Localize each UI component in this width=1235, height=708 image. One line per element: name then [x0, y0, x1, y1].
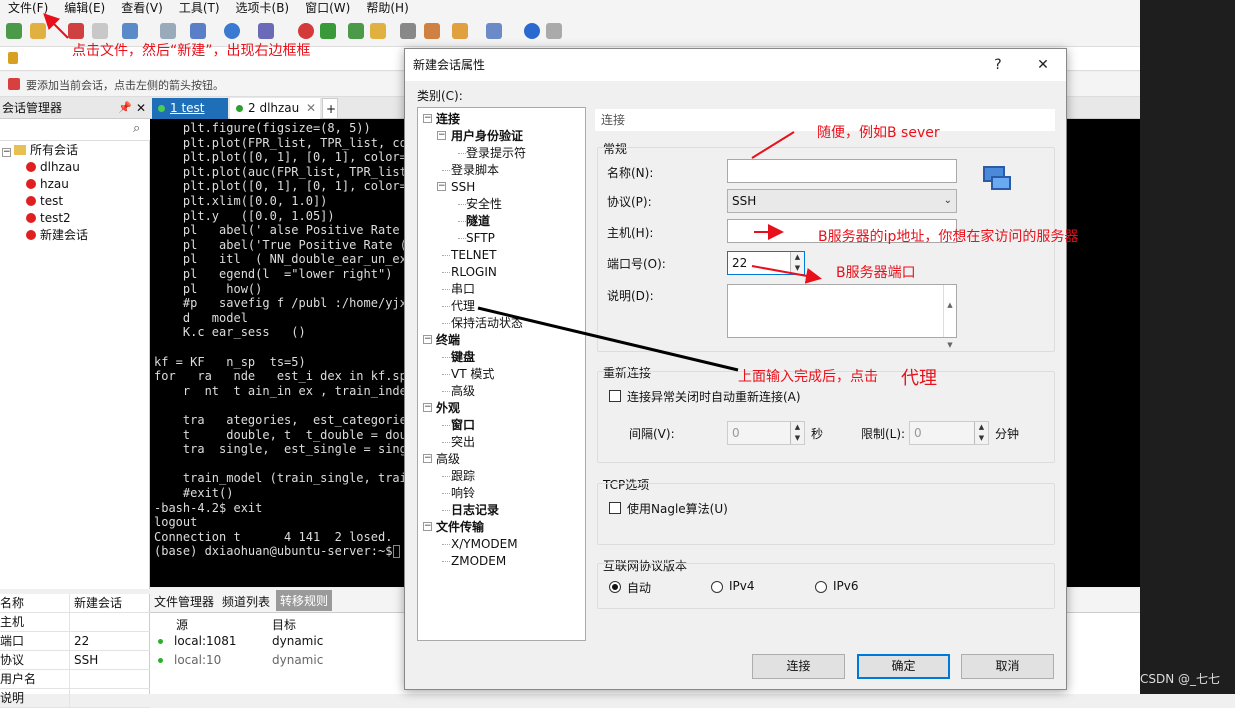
annotation-name: 随便，例如B sever [817, 125, 940, 141]
arrow-to-file-menu [43, 13, 69, 39]
arrow-proxy [477, 306, 739, 372]
annotation-proxy: 代理 [901, 368, 937, 389]
annotation-host: B服务器的ip地址，你想在家访问的服务器 [818, 229, 1079, 245]
arrow-port [751, 265, 822, 284]
annotation-port: B服务器端口 [836, 265, 916, 281]
arrow-name [751, 131, 795, 159]
annotation-arrows [43, 13, 822, 372]
annotation-after-input: 上面输入完成后，点击 [738, 369, 878, 385]
annotation-new-session: 点击文件，然后“新建”，出现右边框框 [72, 43, 311, 59]
